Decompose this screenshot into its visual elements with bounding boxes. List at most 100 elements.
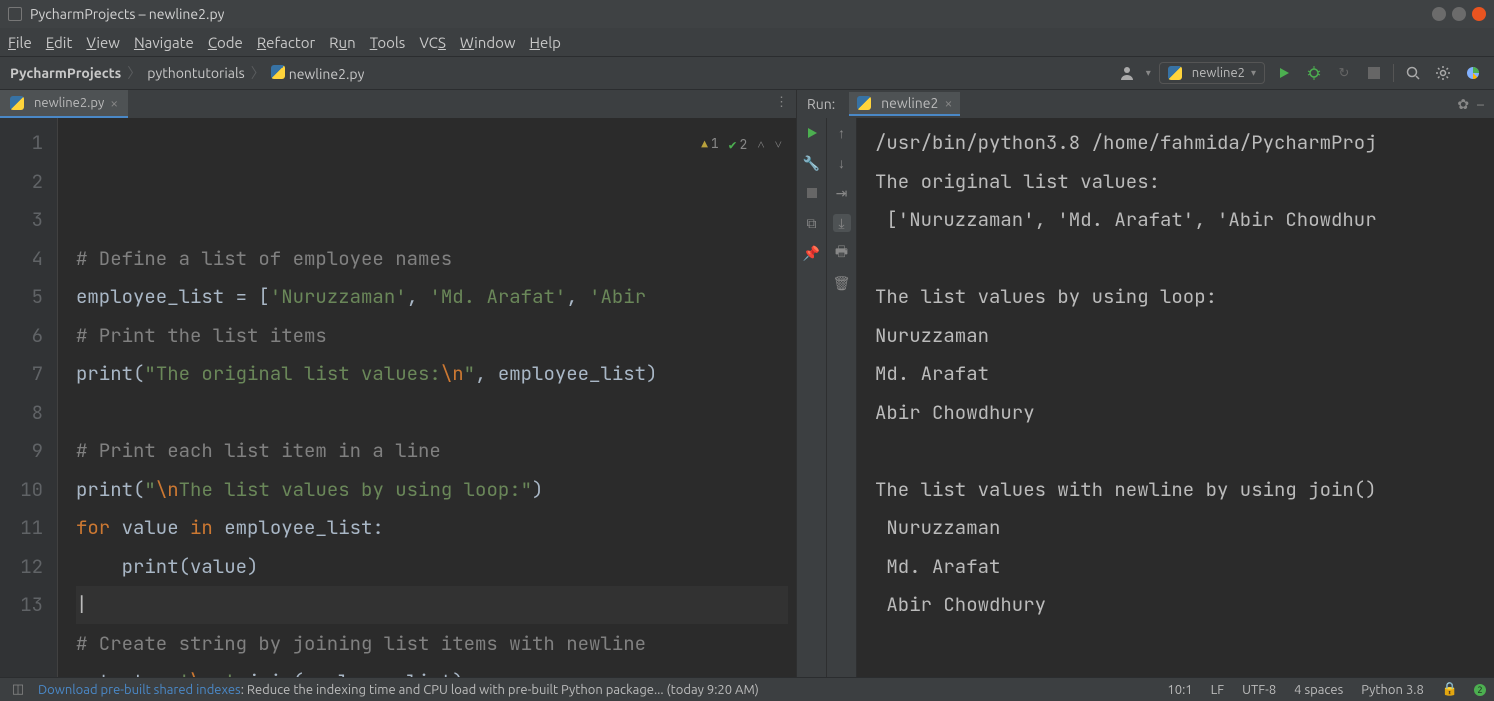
up-arrow-icon[interactable]: ↑ (833, 124, 851, 142)
coverage-button[interactable]: ↻ (1333, 62, 1355, 84)
status-message-link[interactable]: Download pre-built shared indexes (38, 683, 241, 697)
events-badge[interactable]: 2 (1474, 684, 1486, 696)
close-icon[interactable]: × (110, 95, 118, 111)
line-number[interactable]: 1 (0, 124, 43, 163)
line-number[interactable]: 8 (0, 394, 43, 433)
console-output[interactable]: /usr/bin/python3.8 /home/fahmida/Pycharm… (857, 118, 1494, 677)
close-button[interactable] (1472, 7, 1486, 21)
status-message[interactable]: Download pre-built shared indexes: Reduc… (38, 683, 1149, 697)
navbar: PycharmProjects 〉 pythontutorials 〉 newl… (0, 56, 1494, 90)
line-number[interactable]: 13 (0, 586, 43, 625)
menu-refactor[interactable]: Refactor (257, 34, 315, 51)
code-line[interactable]: # Define a list of employee names (76, 240, 796, 279)
python-icon (10, 96, 24, 110)
interpreter[interactable]: Python 3.8 (1361, 683, 1424, 697)
console-line: Abir Chowdhury (875, 586, 1494, 625)
warnings-badge[interactable]: 1 (701, 125, 718, 165)
line-number[interactable]: 7 (0, 355, 43, 394)
menu-tools[interactable]: Tools (370, 34, 406, 51)
main-area: newline2.py × ⋮ 12345678910111213 1 2 ˄ … (0, 90, 1494, 677)
line-gutter[interactable]: 12345678910111213 (0, 118, 58, 677)
pin-icon[interactable]: 📌 (803, 244, 821, 262)
close-icon[interactable]: × (944, 95, 952, 111)
lock-icon[interactable]: 🔒 (1442, 682, 1458, 697)
line-separator[interactable]: LF (1211, 683, 1224, 697)
menu-vcs[interactable]: VCS (419, 34, 446, 51)
console-line: ['Nuruzzaman', 'Md. Arafat', 'Abir Chowd… (875, 201, 1494, 240)
run-panel: Run: newline2 × ✿ – 🔧 ⧉ 📌 (796, 90, 1494, 677)
hide-icon[interactable]: – (1477, 96, 1484, 113)
code-line[interactable]: print("\nThe list values by using loop:"… (76, 471, 796, 510)
editor-tab[interactable]: newline2.py × (0, 90, 128, 118)
layout-icon[interactable]: ⧉ (803, 214, 821, 232)
profiler-icon[interactable] (1462, 62, 1484, 84)
soft-wrap-icon[interactable]: ⇥ (833, 184, 851, 202)
line-number[interactable]: 12 (0, 548, 43, 587)
maximize-button[interactable] (1452, 7, 1466, 21)
code-line[interactable]: output = '\n '.join(employee_list) (76, 663, 796, 677)
debug-button[interactable] (1303, 62, 1325, 84)
menu-code[interactable]: Code (208, 34, 243, 51)
code-line[interactable]: # Print the list items (76, 317, 796, 356)
window-title: PycharmProjects – newline2.py (30, 6, 224, 22)
breadcrumb-item-file[interactable]: newline2.py (271, 65, 365, 82)
stop-button[interactable] (1363, 62, 1385, 84)
stop-button[interactable] (803, 184, 821, 202)
wrench-icon[interactable]: 🔧 (803, 154, 821, 172)
rerun-button[interactable] (803, 124, 821, 142)
inspection-indicators[interactable]: 1 2 ˄ ˅ (697, 124, 786, 166)
line-number[interactable]: 11 (0, 509, 43, 548)
code-line[interactable]: print("The original list values:\n", emp… (76, 355, 796, 394)
down-arrow-icon[interactable]: ↓ (833, 154, 851, 172)
indent-config[interactable]: 4 spaces (1294, 683, 1343, 697)
line-number[interactable]: 4 (0, 240, 43, 279)
editor-body[interactable]: 12345678910111213 1 2 ˄ ˅ # Define a lis… (0, 118, 796, 677)
menu-edit[interactable]: Edit (46, 34, 73, 51)
code-line[interactable]: | (76, 586, 796, 625)
code-area[interactable]: 1 2 ˄ ˅ # Define a list of employee name… (58, 118, 796, 677)
run-button[interactable] (1273, 62, 1295, 84)
next-highlight-icon[interactable]: ˅ (775, 126, 782, 165)
line-number[interactable]: 5 (0, 278, 43, 317)
run-tab[interactable]: newline2 × (849, 92, 960, 116)
line-number[interactable]: 9 (0, 432, 43, 471)
line-number[interactable]: 10 (0, 471, 43, 510)
menu-file[interactable]: File (8, 34, 32, 51)
statusbar: ◫ Download pre-built shared indexes: Red… (0, 677, 1494, 701)
line-number[interactable]: 6 (0, 317, 43, 356)
file-encoding[interactable]: UTF-8 (1242, 683, 1276, 697)
line-number[interactable]: 2 (0, 163, 43, 202)
run-config-selector[interactable]: newline2 ▾ (1159, 62, 1265, 84)
code-line[interactable]: employee_list = ['Nuruzzaman', 'Md. Araf… (76, 278, 796, 317)
code-line[interactable]: # Create string by joining list items wi… (76, 625, 796, 664)
code-line[interactable]: print(value) (76, 548, 796, 587)
user-icon[interactable] (1116, 62, 1138, 84)
code-line[interactable]: for value in employee_list: (76, 509, 796, 548)
code-line[interactable] (76, 394, 796, 433)
tool-windows-icon[interactable]: ◫ (8, 682, 28, 697)
gear-icon[interactable] (1432, 62, 1454, 84)
breadcrumb-item-project[interactable]: PycharmProjects (10, 65, 121, 81)
breadcrumb-sep: 〉 (127, 63, 141, 83)
prev-highlight-icon[interactable]: ˄ (757, 126, 764, 165)
console-line: Nuruzzaman (875, 317, 1494, 356)
cursor-position[interactable]: 10:1 (1167, 683, 1192, 697)
tab-actions-icon[interactable]: ⋮ (775, 95, 788, 110)
menu-help[interactable]: Help (530, 34, 561, 51)
line-number[interactable]: 3 (0, 201, 43, 240)
menu-view[interactable]: View (86, 34, 120, 51)
console-line: The list values by using loop: (875, 278, 1494, 317)
console-line: The list values with newline by using jo… (875, 471, 1494, 510)
menu-run[interactable]: Run (329, 34, 356, 51)
breadcrumb-item-folder[interactable]: pythontutorials (147, 65, 244, 81)
minimize-button[interactable] (1432, 7, 1446, 21)
print-icon[interactable]: 🖶 (833, 244, 851, 262)
scroll-to-end-icon[interactable]: ⤓ (833, 214, 851, 232)
menu-window[interactable]: Window (460, 34, 516, 51)
gear-icon[interactable]: ✿ (1457, 96, 1469, 113)
code-line[interactable]: # Print each list item in a line (76, 432, 796, 471)
search-icon[interactable] (1402, 62, 1424, 84)
menu-navigate[interactable]: Navigate (134, 34, 194, 51)
ok-badge[interactable]: 2 (729, 126, 748, 165)
clear-icon[interactable]: 🗑 (833, 274, 851, 292)
